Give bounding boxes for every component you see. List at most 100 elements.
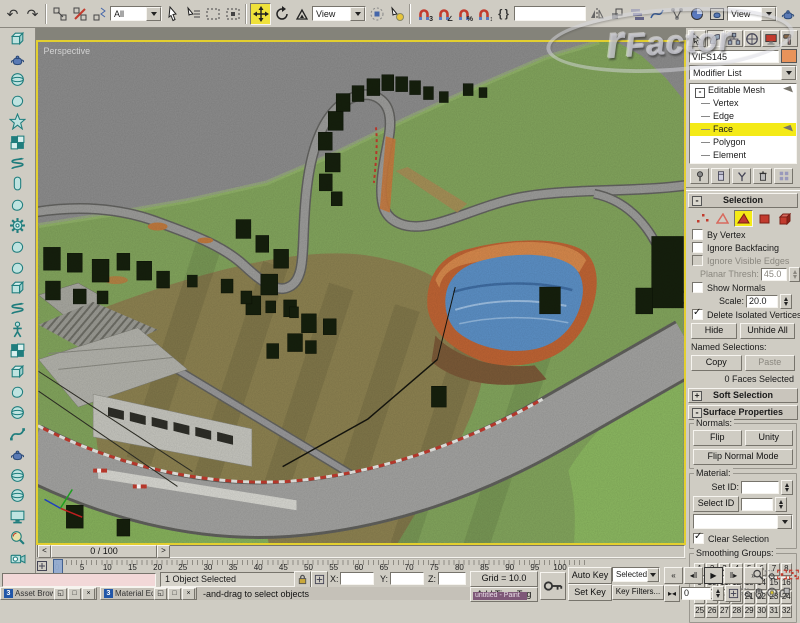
pan-hand-icon[interactable] [753, 585, 765, 599]
next-frame-arrow[interactable]: > [157, 545, 170, 558]
quick-render-icon[interactable] [778, 4, 797, 24]
unhide-all-button[interactable]: Unhide All [740, 323, 795, 339]
paint-window-titlebar[interactable]: untitled - Paint [473, 592, 527, 600]
restore-icon[interactable]: ◱ [154, 588, 167, 600]
box-cone-icon[interactable] [3, 361, 33, 382]
hide-button[interactable]: Hide [691, 323, 737, 339]
min-max-toggle-icon[interactable] [779, 585, 791, 599]
polygon-mode-icon[interactable] [756, 211, 773, 226]
undo-icon[interactable]: ↶ [3, 4, 22, 24]
use-pivot-center-icon[interactable] [367, 4, 386, 24]
chevron-down-icon[interactable] [350, 7, 365, 21]
stack-row[interactable]: Element [690, 149, 796, 162]
bind-to-spacewarp-icon[interactable] [90, 4, 109, 24]
chevron-down-icon[interactable] [146, 7, 161, 21]
material-editor-icon[interactable] [687, 4, 706, 24]
torus-knot-icon[interactable] [3, 298, 33, 319]
set-id-spinner[interactable] [781, 480, 793, 495]
configure-modifier-sets-icon[interactable] [774, 168, 793, 184]
close-icon[interactable]: × [82, 588, 95, 600]
teapot-icon[interactable] [3, 49, 33, 70]
reference-coordinate-dropdown[interactable]: View [312, 6, 366, 21]
remove-modifier-icon[interactable] [753, 168, 772, 184]
smoothing-group-button[interactable]: 26 [706, 605, 717, 618]
planar-thresh-field[interactable]: 45.0 [761, 268, 788, 281]
copy-button[interactable]: Copy [691, 355, 742, 371]
select-and-move-icon[interactable] [250, 3, 271, 25]
element-mode-icon[interactable] [776, 211, 793, 226]
named-selection-sets-icon[interactable]: { } [494, 4, 513, 24]
named-selection-input[interactable] [514, 6, 586, 21]
close-icon[interactable]: × [182, 588, 195, 600]
stack-row[interactable]: Vertex [690, 97, 796, 110]
unity-button[interactable]: Unity [745, 430, 794, 446]
clear-selection-checkbox[interactable] [693, 533, 704, 544]
tab-display[interactable] [762, 30, 780, 47]
maximize-icon[interactable]: □ [168, 588, 181, 600]
by-vertex-checkbox[interactable] [692, 229, 703, 240]
select-and-rotate-icon[interactable] [272, 4, 291, 24]
curve-editor-icon[interactable] [647, 4, 666, 24]
monitor-icon[interactable] [3, 506, 33, 527]
sphere-icon[interactable] [3, 70, 33, 91]
key-filters-button[interactable]: Key Filters... [612, 585, 664, 600]
camera-icon[interactable] [3, 548, 33, 569]
select-and-link-icon[interactable] [50, 4, 69, 24]
open-mini-curve-editor-icon[interactable] [36, 559, 48, 573]
previous-frame-button[interactable]: ◂‖ [684, 567, 703, 584]
face-mode-icon[interactable] [734, 210, 753, 227]
scale-spinner[interactable] [780, 294, 792, 309]
show-normals-checkbox[interactable] [692, 282, 703, 293]
restore-icon[interactable]: ◱ [54, 588, 67, 600]
set-keys-key-icon[interactable] [540, 572, 566, 600]
object-color-swatch[interactable] [781, 49, 797, 63]
ignore-backfacing-checkbox[interactable] [692, 242, 703, 253]
auto-key-button[interactable]: Auto Key [568, 567, 612, 584]
select-and-scale-icon[interactable] [292, 4, 311, 24]
smoothing-group-button[interactable]: 32 [781, 605, 792, 618]
expand-icon[interactable]: + [692, 391, 702, 401]
pin-stack-icon[interactable] [690, 168, 709, 184]
material-disc-icon[interactable] [3, 486, 33, 507]
star-icon[interactable] [3, 111, 33, 132]
capsule-icon[interactable] [3, 174, 33, 195]
object-name-field[interactable]: VIFS145 [689, 50, 779, 63]
minimized-window-titlebar[interactable]: 3Asset Brows...◱□× [0, 587, 97, 600]
next-frame-button[interactable]: ‖▸ [724, 567, 743, 584]
tab-modify[interactable] [707, 30, 725, 47]
window-crossing-icon[interactable] [223, 4, 242, 24]
perspective-viewport[interactable]: Perspective [36, 40, 686, 545]
render-scene-dialog-icon[interactable] [707, 4, 726, 24]
selection-rollout-header[interactable]: - Selection [688, 193, 798, 208]
zoom-extents-all-icon[interactable] [788, 567, 800, 581]
previous-frame-arrow[interactable]: < [38, 545, 51, 558]
selection-filter-dropdown[interactable]: All [110, 6, 162, 21]
maxscript-mini-listener[interactable] [2, 573, 156, 587]
arc-rotate-icon[interactable] [766, 585, 778, 599]
maximize-icon[interactable]: □ [68, 588, 81, 600]
redo-icon[interactable]: ↷ [23, 4, 42, 24]
smoothing-group-button[interactable]: 29 [744, 605, 755, 618]
boxes-stack-icon[interactable] [3, 278, 33, 299]
ignore-visible-edges-checkbox[interactable] [692, 255, 703, 266]
zoom-all-icon[interactable] [764, 567, 776, 581]
scale-field[interactable]: 20.0 [746, 295, 778, 308]
collapse-icon[interactable]: - [692, 196, 702, 206]
edge-mode-icon[interactable] [714, 211, 731, 226]
absolute-offset-mode-icon[interactable] [311, 571, 328, 588]
stack-row[interactable]: -Editable Mesh [690, 84, 796, 97]
spring-icon[interactable] [3, 153, 33, 174]
current-frame-field[interactable]: 0 [681, 587, 711, 600]
pipe-elbow-icon[interactable] [3, 194, 33, 215]
gear-icon[interactable] [3, 215, 33, 236]
smoothing-group-button[interactable]: 27 [719, 605, 730, 618]
show-end-result-icon[interactable] [711, 168, 730, 184]
align-icon[interactable] [607, 4, 626, 24]
key-mode-dropdown[interactable]: Selected [612, 567, 660, 582]
material-teapot-icon[interactable] [3, 444, 33, 465]
foliage-icon[interactable] [3, 236, 33, 257]
select-id-spinner[interactable] [775, 497, 787, 512]
time-slider-handle[interactable]: 0 / 100 [51, 545, 157, 558]
delete-isolated-vertices-checkbox[interactable] [692, 309, 703, 320]
fountain-icon[interactable] [3, 90, 33, 111]
